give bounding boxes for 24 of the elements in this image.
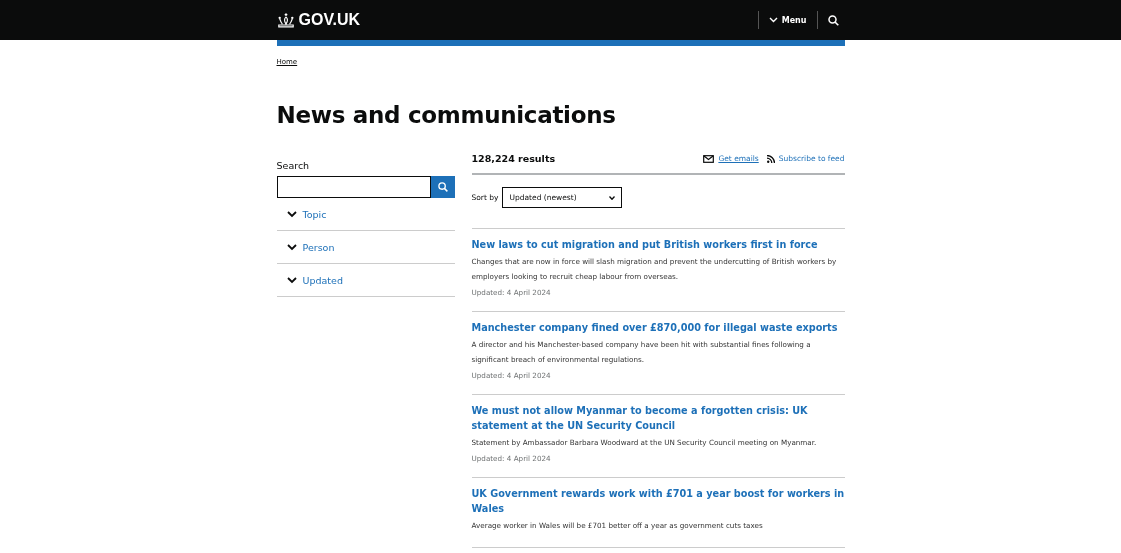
dropdown-caret-icon: [609, 195, 616, 200]
crown-icon: [276, 12, 295, 28]
envelope-icon: [703, 154, 715, 163]
chevron-down-icon: [768, 17, 778, 23]
filter-toggle[interactable]: Topic: [276, 198, 337, 230]
menu-button[interactable]: Menu: [757, 11, 817, 29]
news-title-link[interactable]: UK Government rewards work with £701 a year boost for workers in Wales: [471, 486, 845, 516]
results-count: 128,224 results: [471, 153, 556, 164]
search-field[interactable]: [276, 176, 431, 198]
search-submit-button[interactable]: [430, 176, 455, 198]
page-title: News and communications: [276, 102, 617, 128]
search-icon: [437, 182, 448, 192]
search-label: Search: [276, 160, 311, 171]
news-title-link[interactable]: Manchester company fined over £870,000 for illegal waste exports: [471, 320, 845, 335]
chevron-icon: [286, 211, 297, 218]
gov-uk-logo[interactable]: GOV.UK: [276, 11, 361, 29]
news-title-link[interactable]: New laws to cut migration and put British workers first in force: [471, 237, 845, 252]
chevron-icon: [286, 277, 297, 284]
chevron-icon: [286, 244, 297, 251]
search-icon: [827, 14, 839, 26]
filter-toggle[interactable]: Person: [276, 231, 345, 263]
rss-feed-icon: [766, 154, 775, 163]
filter-toggle[interactable]: Updated: [276, 264, 353, 296]
news-title-link[interactable]: We must not allow Myanmar to become a forgotten crisis: UK statement at the UN Security Council: [471, 403, 845, 433]
